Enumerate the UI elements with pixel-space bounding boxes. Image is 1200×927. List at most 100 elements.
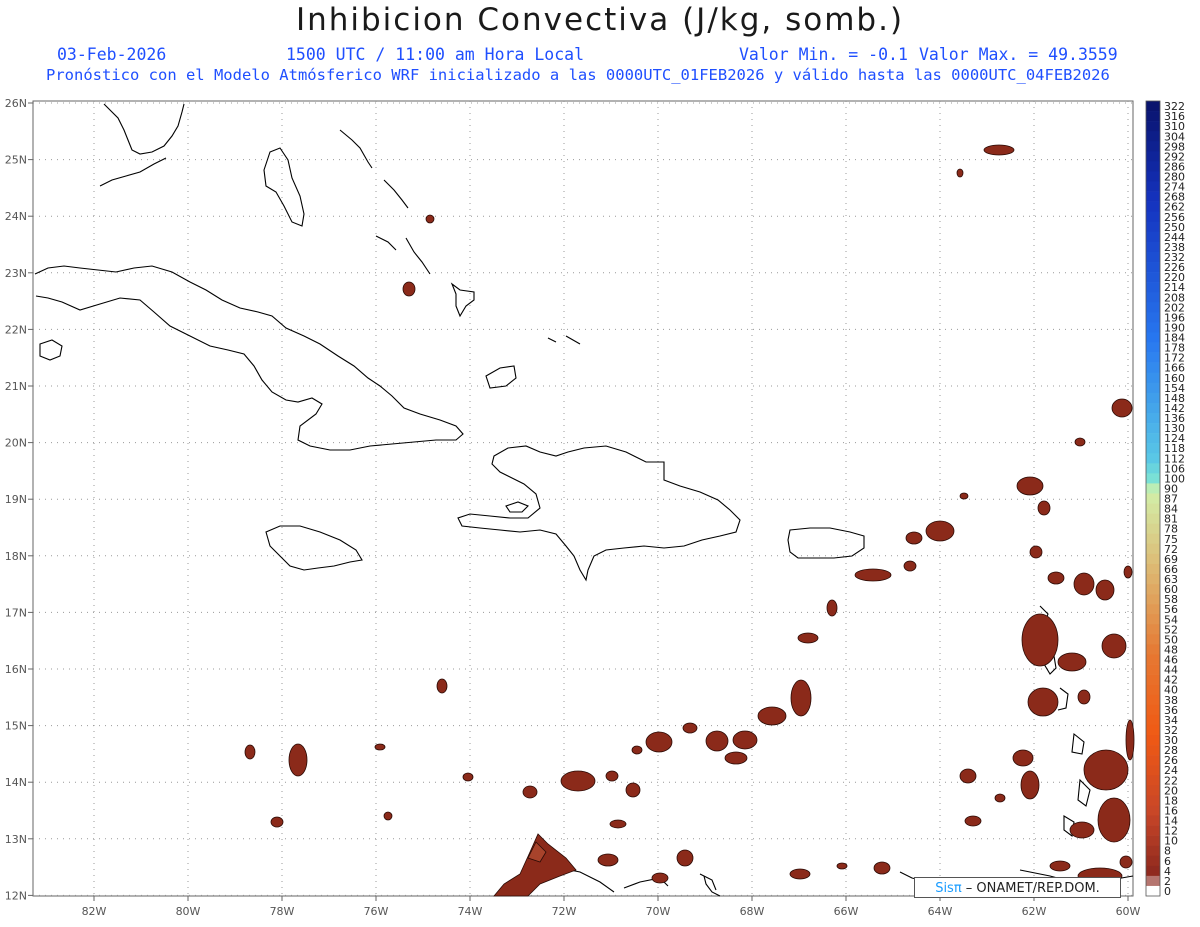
colorbar-swatch <box>1146 885 1160 897</box>
colorbar-swatch <box>1146 714 1160 726</box>
colorbar-swatch <box>1146 785 1160 796</box>
cin-patch <box>1119 855 1133 869</box>
lat-label: 21N <box>5 380 27 393</box>
florida-coast <box>103 103 185 155</box>
lon-label: 68W <box>740 905 765 918</box>
lon-label: 82W <box>82 905 107 918</box>
colorbar-swatch <box>1146 845 1160 857</box>
colorbar-swatch <box>1146 805 1160 816</box>
colorbar-swatch <box>1146 493 1160 504</box>
colorbar-swatch <box>1146 624 1160 635</box>
lon-label: 78W <box>270 905 295 918</box>
lon-label: 72W <box>552 905 577 918</box>
cin-patch <box>402 281 416 297</box>
cin-patch <box>1016 476 1044 496</box>
colorbar-swatch <box>1146 443 1160 454</box>
colorbar-swatch <box>1146 855 1160 867</box>
turks-coast <box>547 335 581 345</box>
cin-patch <box>790 679 812 717</box>
cin-patch <box>1057 652 1087 672</box>
cin-patch <box>994 793 1006 803</box>
cin-patch <box>383 811 393 821</box>
colorbar-swatch <box>1146 594 1160 605</box>
colorbar-swatch <box>1146 875 1160 887</box>
cin-patch <box>597 853 619 867</box>
hispaniola-coast <box>457 445 741 582</box>
map-canvas: 82W 80W 78W 76W 74W 72W 70W 68W 66W 64W 62W 60W 26N 2… <box>5 97 1185 918</box>
lat-label: 23N <box>5 267 27 280</box>
colorbar-swatch <box>1146 835 1160 846</box>
lat-label: 15N <box>5 720 27 733</box>
cin-patch <box>757 706 787 726</box>
cin-patch <box>1073 572 1095 596</box>
acklins-coast <box>450 282 475 318</box>
lat-label: 12N <box>5 889 27 902</box>
colorbar-swatch <box>1146 563 1160 575</box>
cin-patch <box>462 772 474 782</box>
cin-patch <box>873 861 891 875</box>
colorbar-swatch <box>1146 221 1160 233</box>
inagua-coast <box>485 365 517 389</box>
lon-label: 70W <box>646 905 671 918</box>
cin-patch <box>1027 687 1059 717</box>
colorbar-swatch <box>1146 634 1160 645</box>
colorbar-swatch <box>1146 322 1160 333</box>
cin-patch <box>1049 860 1071 872</box>
cin-patch <box>374 743 386 751</box>
colorbar-swatch <box>1146 684 1160 696</box>
cin-patch <box>732 730 758 750</box>
colorbar-swatch <box>1146 644 1160 655</box>
cin-patch <box>609 819 627 829</box>
colorbar-swatch <box>1146 724 1160 736</box>
colorbar-swatch <box>1146 292 1160 303</box>
exuma-coast <box>375 235 397 251</box>
lon-label: 62W <box>1022 905 1047 918</box>
eleuthera-coast <box>339 129 373 169</box>
isla-juventud-coast <box>39 339 63 361</box>
lon-label: 76W <box>364 905 389 918</box>
colorbar-swatch <box>1146 704 1160 716</box>
cin-patch <box>959 768 977 784</box>
cin-patch <box>1029 545 1043 559</box>
credit-badge: Sisπ – ONAMET/REP.DOM. <box>914 877 1121 898</box>
lat-label: 19N <box>5 493 27 506</box>
colorbar-swatch <box>1146 604 1160 615</box>
cin-patch <box>1101 633 1127 659</box>
cin-patch <box>854 568 892 582</box>
colorbar-swatch <box>1146 161 1160 172</box>
colorbar-swatch <box>1146 523 1160 535</box>
colorbar-swatch <box>1146 262 1160 273</box>
lon-label: 66W <box>834 905 859 918</box>
lon-label: 74W <box>458 905 483 918</box>
colorbar-swatch <box>1146 241 1160 253</box>
cin-patch <box>1095 579 1115 601</box>
cuba-coast <box>34 265 464 451</box>
credit-org: – ONAMET/REP.DOM. <box>961 881 1100 896</box>
cin-patch <box>1020 770 1040 800</box>
colorbar-swatch <box>1146 302 1160 313</box>
colorbar-swatch <box>1146 402 1160 414</box>
cin-patch <box>1125 719 1135 761</box>
cin-patch <box>925 520 955 542</box>
colorbar-swatch <box>1146 825 1160 836</box>
colorbar-swatch <box>1146 382 1160 394</box>
colorbar-swatch <box>1146 352 1160 363</box>
cin-patch <box>288 743 308 777</box>
colorbar-swatch <box>1146 171 1160 182</box>
lat-label: 25N <box>5 154 27 167</box>
cin-patch <box>956 168 964 178</box>
puerto-rico-coast <box>787 527 865 559</box>
lon-label: 64W <box>928 905 953 918</box>
colorbar-swatch <box>1146 433 1160 444</box>
cin-patch <box>270 816 284 828</box>
colorbar-swatch <box>1146 412 1160 424</box>
cin-patch <box>705 730 729 752</box>
cin-patch <box>1123 565 1133 579</box>
cin-patch <box>1111 398 1133 418</box>
lat-label: 20N <box>5 437 27 450</box>
cin-field <box>244 144 1135 897</box>
colorbar-swatch <box>1146 342 1160 353</box>
cin-patch <box>1074 437 1086 447</box>
cin-patch <box>425 214 435 224</box>
cin-patch <box>1012 749 1034 767</box>
